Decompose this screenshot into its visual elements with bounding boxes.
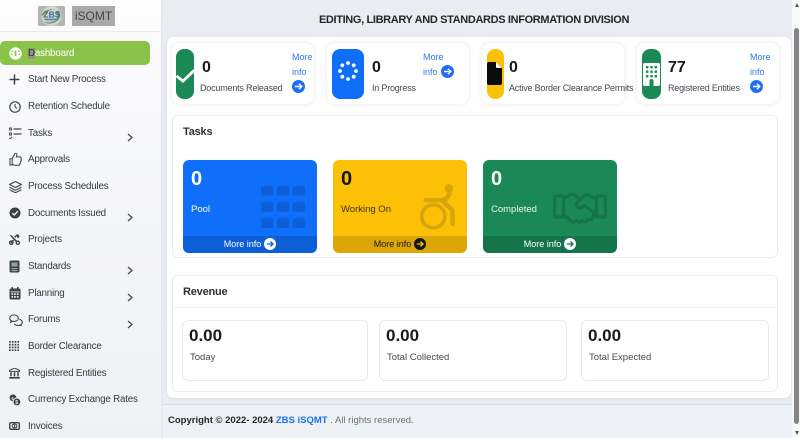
svg-text:BS: BS bbox=[48, 10, 60, 20]
svg-text:$: $ bbox=[15, 400, 18, 406]
